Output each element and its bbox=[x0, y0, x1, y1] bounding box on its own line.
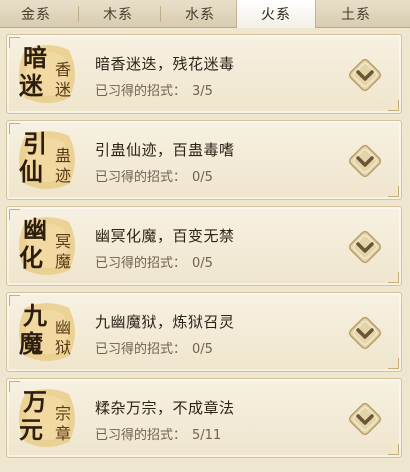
learned-moves: 已习得的招式： 0/5 bbox=[95, 252, 213, 271]
tab-divider bbox=[160, 6, 161, 22]
skill-card-3[interactable]: 幽 化 冥 魔 幽冥化魔，百变无禁 已习得的招式： 0/5 bbox=[6, 206, 402, 286]
emblem-char: 幽 bbox=[23, 215, 47, 244]
learned-label: 已习得的招式： bbox=[95, 84, 187, 99]
element-tab-bar: 金系 木系 水系 火系 土系 bbox=[0, 0, 410, 28]
learned-count: 5/11 bbox=[192, 428, 222, 443]
learned-count: 0/5 bbox=[192, 170, 213, 185]
emblem-char: 引 bbox=[23, 129, 47, 158]
chevron-down-diamond-icon bbox=[348, 230, 382, 264]
learned-count: 3/5 bbox=[192, 84, 213, 99]
emblem-char: 仙 bbox=[19, 157, 43, 186]
learned-label: 已习得的招式： bbox=[95, 428, 187, 443]
skill-description: 引蛊仙迹，百蛊毒嗜 bbox=[95, 141, 235, 159]
learned-count: 0/5 bbox=[192, 342, 213, 357]
skill-emblem: 引 仙 蛊 迹 bbox=[11, 126, 83, 194]
learned-moves: 已习得的招式： 5/11 bbox=[95, 424, 221, 443]
skill-emblem: 九 魔 幽 狱 bbox=[11, 298, 83, 366]
emblem-char: 迷 bbox=[55, 80, 72, 99]
skill-emblem: 万 元 宗 章 bbox=[11, 384, 83, 452]
chevron-down-diamond-icon bbox=[348, 316, 382, 350]
emblem-char: 暗 bbox=[23, 43, 47, 72]
learned-label: 已习得的招式： bbox=[95, 170, 187, 185]
skill-card-5[interactable]: 万 元 宗 章 糅杂万宗，不成章法 已习得的招式： 5/11 bbox=[6, 378, 402, 458]
emblem-char: 蛊 bbox=[55, 146, 72, 165]
tab-metal[interactable]: 金系 bbox=[0, 0, 72, 28]
chevron-down-diamond-icon bbox=[348, 58, 382, 92]
tab-divider bbox=[78, 6, 79, 22]
skill-description: 暗香迷迭，残花迷毒 bbox=[95, 55, 235, 73]
learned-moves: 已习得的招式： 3/5 bbox=[95, 80, 213, 99]
emblem-char: 宗 bbox=[55, 404, 72, 423]
chevron-down-diamond-icon bbox=[348, 144, 382, 178]
emblem-char: 元 bbox=[19, 415, 43, 444]
emblem-char: 香 bbox=[55, 60, 72, 79]
expand-button[interactable] bbox=[345, 141, 385, 181]
learned-moves: 已习得的招式： 0/5 bbox=[95, 166, 213, 185]
skill-description: 九幽魔狱，炼狱召灵 bbox=[95, 313, 235, 331]
skill-card-2[interactable]: 引 仙 蛊 迹 引蛊仙迹，百蛊毒嗜 已习得的招式： 0/5 bbox=[6, 120, 402, 200]
skill-card-4[interactable]: 九 魔 幽 狱 九幽魔狱，炼狱召灵 已习得的招式： 0/5 bbox=[6, 292, 402, 372]
learned-count: 0/5 bbox=[192, 256, 213, 271]
emblem-char: 九 bbox=[23, 301, 47, 330]
expand-button[interactable] bbox=[345, 227, 385, 267]
tab-water[interactable]: 水系 bbox=[164, 0, 236, 28]
emblem-char: 魔 bbox=[55, 252, 72, 271]
emblem-char: 狱 bbox=[55, 338, 72, 357]
emblem-char: 化 bbox=[19, 243, 43, 272]
chevron-down-diamond-icon bbox=[348, 402, 382, 436]
skill-description: 糅杂万宗，不成章法 bbox=[95, 399, 235, 417]
emblem-char: 幽 bbox=[55, 318, 72, 337]
learned-moves: 已习得的招式： 0/5 bbox=[95, 338, 213, 357]
skill-emblem: 暗 迷 香 迷 bbox=[11, 40, 83, 108]
emblem-char: 迷 bbox=[19, 71, 43, 100]
tab-earth[interactable]: 土系 bbox=[320, 0, 392, 28]
skill-emblem: 幽 化 冥 魔 bbox=[11, 212, 83, 280]
emblem-char: 迹 bbox=[55, 166, 72, 185]
learned-label: 已习得的招式： bbox=[95, 342, 187, 357]
skill-description: 幽冥化魔，百变无禁 bbox=[95, 227, 235, 245]
tab-fire[interactable]: 火系 bbox=[236, 0, 316, 28]
skill-card-1[interactable]: 暗 迷 香 迷 暗香迷迭，残花迷毒 已习得的招式： 3/5 bbox=[6, 34, 402, 114]
emblem-char: 魔 bbox=[19, 329, 43, 358]
expand-button[interactable] bbox=[345, 313, 385, 353]
emblem-char: 冥 bbox=[55, 232, 72, 251]
expand-button[interactable] bbox=[345, 399, 385, 439]
learned-label: 已习得的招式： bbox=[95, 256, 187, 271]
emblem-char: 万 bbox=[23, 387, 47, 416]
emblem-char: 章 bbox=[55, 424, 72, 443]
expand-button[interactable] bbox=[345, 55, 385, 95]
tab-wood[interactable]: 木系 bbox=[82, 0, 154, 28]
